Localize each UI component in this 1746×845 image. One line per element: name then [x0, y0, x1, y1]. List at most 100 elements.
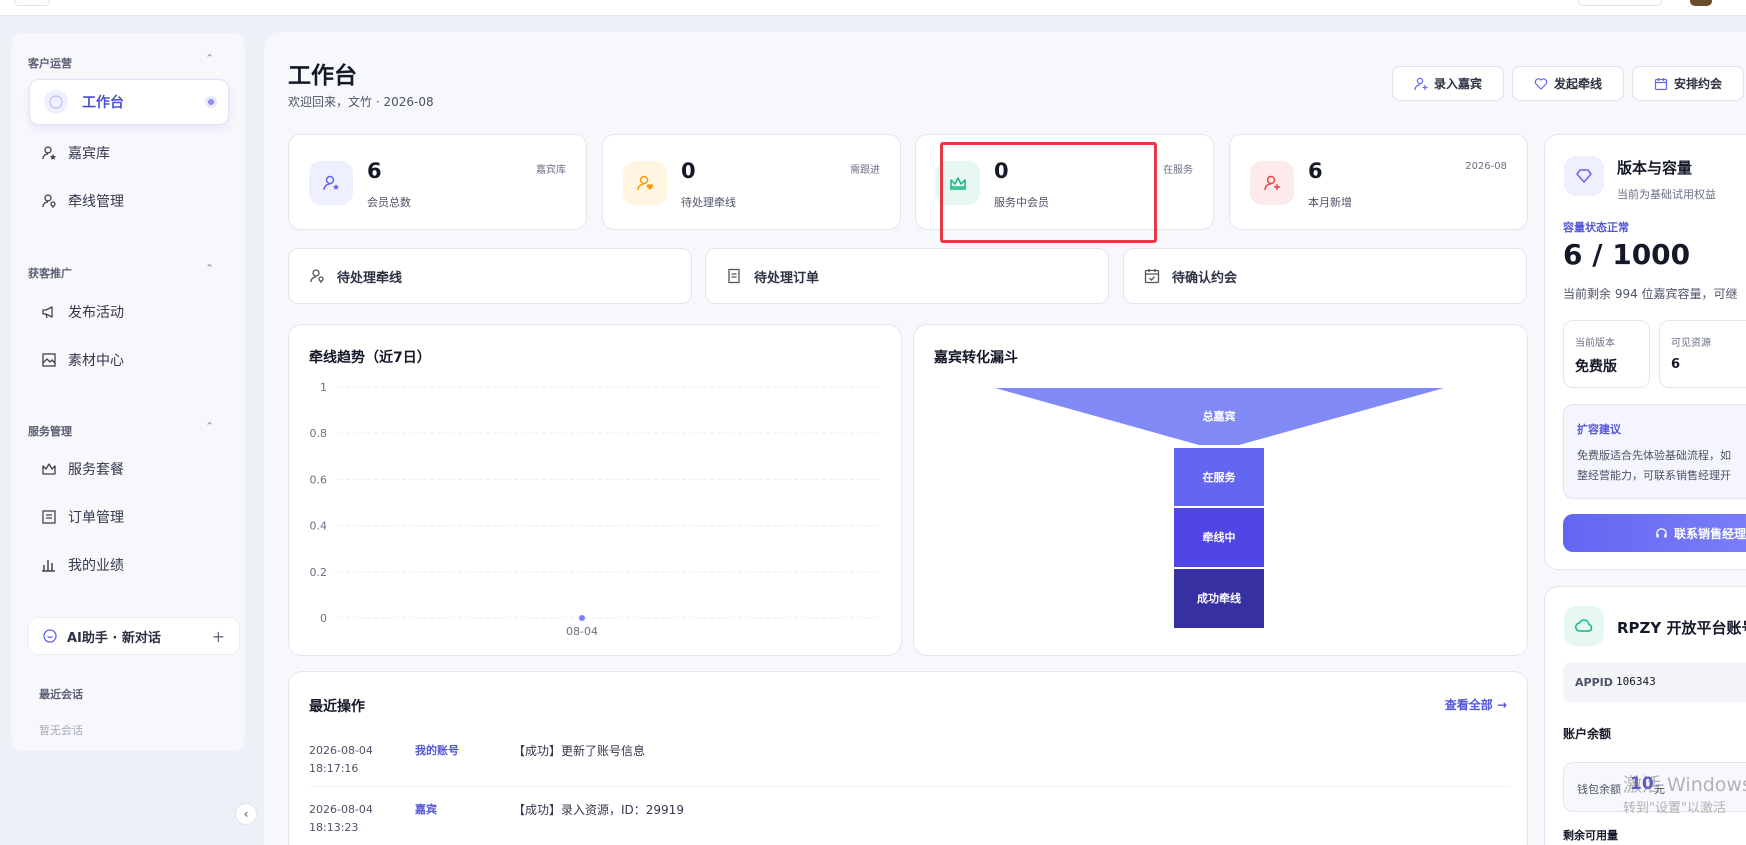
op-actor[interactable]: 我的账号: [415, 742, 459, 758]
task-pending-orders[interactable]: 待处理订单: [705, 248, 1109, 304]
y-tick-label: 0.6: [310, 473, 328, 486]
sidebar-collapse-button[interactable]: ‹: [235, 803, 257, 825]
stat-card-pending-matches[interactable]: 0 待处理牵线 需跟进: [602, 134, 901, 230]
op-description: 【成功】更新了账号信息: [513, 744, 646, 758]
chevron-up-icon[interactable]: ⌃: [205, 420, 214, 433]
recent-sessions-title: 最近会话: [39, 688, 83, 701]
top-bar: [0, 0, 1746, 16]
trend-chart: 1 0.8 0.6 0.4 0.2 0 08-04: [310, 381, 879, 638]
top-left-logo: [14, 0, 50, 6]
upgrade-advice-title: 扩容建议: [1577, 423, 1621, 436]
sidebar-item-label: 素材中心: [68, 353, 124, 369]
sidebar-group-title: 获客推广: [28, 267, 72, 280]
stat-value: 0: [681, 159, 696, 183]
remaining-usage-title: 剩余可用量: [1563, 829, 1618, 842]
cloud-icon: [1564, 606, 1604, 646]
funnel-chart: 总嘉宾 在服务 牵线中 成功牵线: [995, 388, 1444, 628]
avatar[interactable]: [1690, 0, 1712, 6]
schedule-date-button[interactable]: 安排约会: [1632, 66, 1744, 101]
sidebar-item-label: 我的业绩: [68, 558, 124, 574]
sidebar-item-dashboard[interactable]: 工作台: [29, 79, 229, 125]
sidebar-item-label: 牵线管理: [68, 194, 124, 210]
chevron-up-icon[interactable]: ⌃: [205, 262, 214, 275]
ai-assistant-new-chat[interactable]: AI助手 · 新对话 +: [28, 617, 240, 655]
stat-value: 6: [367, 159, 382, 183]
op-actor[interactable]: 嘉宾: [415, 801, 437, 817]
chevron-up-icon[interactable]: ⌃: [205, 52, 214, 65]
view-all-link[interactable]: 查看全部 →: [1445, 696, 1507, 713]
recent-ops-title: 最近操作: [309, 699, 365, 715]
stat-card-members[interactable]: 6 会员总数 嘉宾库: [288, 134, 587, 230]
appid-value: 106343: [1616, 675, 1656, 688]
user-link-icon: [40, 192, 58, 210]
user-plus-icon: [1250, 161, 1294, 205]
visible-resources-value: 6: [1671, 357, 1681, 372]
capacity-status: 容量状态正常: [1563, 221, 1629, 234]
sidebar-item-orders[interactable]: 订单管理: [18, 495, 218, 539]
visible-resources-label: 可见资源: [1671, 338, 1711, 349]
version-card-title: 版本与容量: [1617, 159, 1693, 177]
stat-tag: 2026-08: [1465, 161, 1507, 172]
upgrade-advice-text: 整经营能力，可联系销售经理开: [1577, 469, 1731, 482]
sidebar-item-materials[interactable]: 素材中心: [18, 338, 218, 382]
capacity-value: 6 / 1000: [1563, 238, 1691, 271]
op-date: 2026-08-04 18:13:23: [309, 803, 373, 834]
user-star-icon: [309, 161, 353, 205]
start-match-button[interactable]: 发起牵线: [1512, 66, 1624, 101]
balance-title: 账户余额: [1563, 727, 1612, 741]
account-card-title: RPZY 开放平台账号: [1617, 619, 1746, 637]
user-link-icon: [309, 268, 325, 284]
y-tick-label: 0.8: [310, 427, 328, 440]
funnel-stage-label: 成功牵线: [1197, 591, 1241, 605]
order-icon: [40, 508, 58, 526]
crown-icon: [40, 460, 58, 478]
task-pending-dates[interactable]: 待确认约会: [1123, 248, 1527, 304]
active-indicator: [208, 99, 214, 105]
funnel-stage-label: 总嘉宾: [1203, 409, 1236, 423]
sidebar-item-publish-activity[interactable]: 发布活动: [18, 290, 218, 334]
trend-chart-panel: 牵线趋势（近7日） 1 0.8 0.6 0.4 0.2 0 08-04: [288, 324, 902, 656]
op-description: 【成功】录入资源，ID：29919: [513, 803, 684, 817]
task-label: 待处理订单: [754, 270, 820, 286]
megaphone-icon: [40, 303, 58, 321]
plus-icon[interactable]: +: [212, 627, 225, 646]
schedule-date-label: 安排约会: [1673, 77, 1722, 91]
sidebar-item-label: 服务套餐: [68, 462, 124, 478]
ai-assistant-label: AI助手 · 新对话: [67, 630, 161, 646]
windows-activation-hint: 转到"设置"以激活: [1623, 801, 1726, 816]
contact-sales-label: 联系销售经理: [1674, 526, 1746, 541]
current-version-box: [1563, 320, 1650, 388]
recent-ops-panel: 最近操作 查看全部 → 2026-08-04 18:17:16 我的账号 【成功】…: [288, 671, 1528, 845]
sidebar-item-label: 发布活动: [68, 305, 124, 321]
user-heart-icon: [623, 161, 667, 205]
image-icon: [40, 351, 58, 369]
windows-activation-watermark: 激活 Windows: [1623, 774, 1746, 796]
page-title: 工作台: [288, 63, 357, 89]
capacity-remaining: 当前剩余 994 位嘉宾容量，可继: [1563, 287, 1738, 301]
contact-sales-button[interactable]: 联系销售经理: [1563, 514, 1746, 552]
stat-tag: 在服务: [1163, 165, 1193, 176]
wallet-label: 钱包余额: [1577, 783, 1621, 796]
sidebar-item-service-packages[interactable]: 服务套餐: [18, 447, 218, 491]
y-tick-label: 0.2: [310, 566, 328, 579]
top-right-control[interactable]: [1578, 0, 1662, 6]
task-label: 待确认约会: [1172, 270, 1238, 286]
user-star-icon: [40, 144, 58, 162]
stat-label: 会员总数: [367, 196, 411, 209]
headset-icon: [1655, 527, 1668, 540]
funnel-stage-label: 在服务: [1203, 470, 1237, 484]
heart-icon: [1534, 77, 1548, 91]
funnel-stage-label: 牵线中: [1203, 530, 1236, 544]
stat-value: 6: [1308, 159, 1323, 183]
current-version-value: 免费版: [1575, 359, 1617, 375]
sidebar-item-guests[interactable]: 嘉宾库: [18, 131, 218, 175]
sidebar-item-matchmaking[interactable]: 牵线管理: [18, 179, 218, 223]
data-point[interactable]: [579, 615, 585, 621]
task-pending-matches[interactable]: 待处理牵线: [288, 248, 692, 304]
sidebar-item-performance[interactable]: 我的业绩: [18, 543, 218, 587]
op-date: 2026-08-04 18:17:16: [309, 744, 373, 775]
y-tick-label: 0.4: [310, 520, 328, 533]
add-guest-button[interactable]: 录入嘉宾: [1392, 66, 1504, 101]
task-label: 待处理牵线: [337, 270, 403, 286]
stat-card-monthly-new[interactable]: 6 本月新增 2026-08: [1229, 134, 1528, 230]
